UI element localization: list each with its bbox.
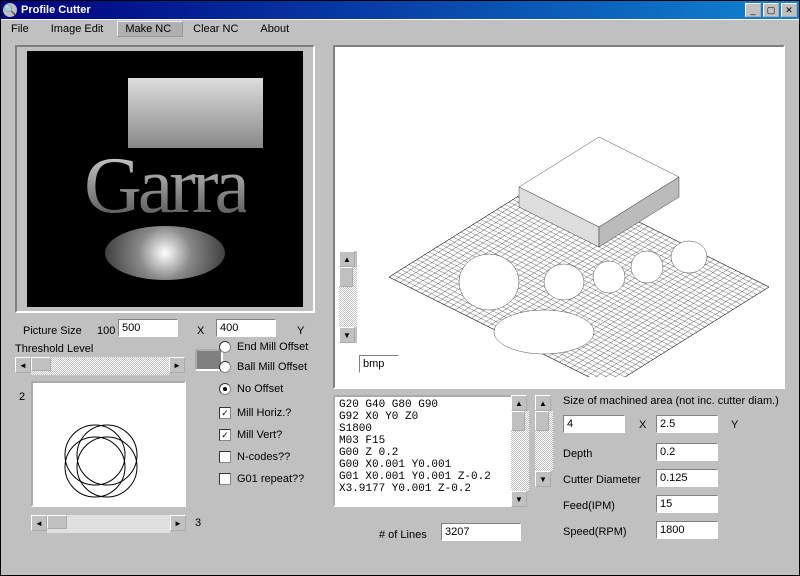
- machined-x-label: X: [639, 419, 646, 431]
- preview-ellipse-shape: [105, 226, 225, 280]
- app-title: Profile Cutter: [21, 4, 745, 16]
- radio-end-mill[interactable]: End Mill Offset: [219, 341, 308, 353]
- sketch-right-label: 3: [195, 517, 201, 529]
- gcode-output[interactable]: G20 G40 G80 G90 G92 X0 Y0 Z0 S1800 M03 F…: [333, 395, 527, 507]
- radio-no-offset[interactable]: No Offset: [219, 383, 283, 395]
- machined-y-label: Y: [731, 419, 738, 431]
- depth-input[interactable]: [656, 443, 718, 461]
- close-button[interactable]: ✕: [781, 3, 797, 17]
- picture-size-label: Picture Size: [23, 325, 82, 337]
- title-bar: 🔍 Profile Cutter _ ▢ ✕: [1, 1, 799, 19]
- num-lines-label: # of Lines: [379, 529, 427, 541]
- threshold-label: Threshold Level: [15, 343, 93, 355]
- sketch-right-button[interactable]: ►: [170, 515, 186, 531]
- sketch-scrollbar[interactable]: ◄ ►: [31, 515, 186, 533]
- gcode-scroll-down[interactable]: ▼: [511, 491, 527, 507]
- wireframe-render-panel: [333, 45, 785, 389]
- machined-y-input[interactable]: [656, 415, 718, 433]
- check-g01-repeat[interactable]: G01 repeat??: [219, 473, 304, 485]
- cutter-diameter-input[interactable]: [656, 469, 718, 487]
- preview-word: Garra: [84, 152, 246, 220]
- num-lines-input[interactable]: [441, 523, 521, 541]
- sketch-left-button[interactable]: ◄: [31, 515, 47, 531]
- gcode-scrollbar-vertical[interactable]: ▲ ▼: [511, 395, 529, 507]
- check-ncodes[interactable]: N-codes??: [219, 451, 290, 463]
- picture-y-input[interactable]: [216, 319, 276, 337]
- minimize-button[interactable]: _: [745, 3, 761, 17]
- scroll-up-button[interactable]: ▲: [339, 251, 355, 267]
- menu-make-nc[interactable]: Make NC: [117, 21, 183, 37]
- radio-ball-mill[interactable]: Ball Mill Offset: [219, 361, 307, 373]
- gcode-scrollbar-vertical-2[interactable]: ▲ ▼: [535, 395, 553, 487]
- picture-y-label: Y: [297, 325, 304, 337]
- picture-scale: 100: [97, 325, 115, 337]
- machined-x-input[interactable]: [563, 415, 625, 433]
- speed-input[interactable]: [656, 521, 718, 539]
- check-mill-vert[interactable]: Mill Vert?: [219, 429, 282, 441]
- preview-bar-shape: [128, 78, 263, 148]
- gcode-scroll-up[interactable]: ▲: [511, 395, 527, 411]
- machined-header: Size of machined area (not inc. cutter d…: [563, 395, 779, 407]
- menu-image-edit[interactable]: Image Edit: [43, 21, 116, 37]
- menu-file[interactable]: File: [3, 21, 41, 37]
- cutter-sketch: [33, 383, 188, 509]
- depth-label: Depth: [563, 448, 592, 460]
- threshold-right-button[interactable]: ►: [169, 357, 185, 373]
- threshold-scrollbar[interactable]: ◄ ►: [15, 357, 185, 375]
- wireframe-svg: [344, 57, 774, 377]
- image-preview: Garra: [27, 51, 303, 307]
- sketch-left-label: 2: [19, 391, 25, 403]
- render-scrollbar-vertical[interactable]: ▲ ▼: [339, 251, 357, 343]
- speed-label: Speed(RPM): [563, 526, 627, 538]
- image-preview-panel: Garra: [15, 45, 315, 313]
- cutter-diameter-label: Cutter Diameter: [563, 474, 641, 486]
- picture-x-input[interactable]: [118, 319, 178, 337]
- menu-clear-nc[interactable]: Clear NC: [185, 21, 250, 37]
- app-icon: 🔍: [3, 3, 17, 17]
- menu-bar: File Image Edit Make NC Clear NC About: [1, 19, 799, 37]
- cutter-sketch-panel: [31, 381, 186, 507]
- check-mill-horiz[interactable]: Mill Horiz.?: [219, 407, 291, 419]
- menu-about[interactable]: About: [252, 21, 301, 37]
- gcode-scroll-down-2[interactable]: ▼: [535, 471, 551, 487]
- feed-label: Feed(IPM): [563, 500, 615, 512]
- threshold-left-button[interactable]: ◄: [15, 357, 31, 373]
- gcode-scroll-up-2[interactable]: ▲: [535, 395, 551, 411]
- scroll-down-button[interactable]: ▼: [339, 327, 355, 343]
- feed-input[interactable]: [656, 495, 718, 513]
- picture-x-label: X: [197, 325, 204, 337]
- render-format-input[interactable]: [359, 355, 399, 373]
- maximize-button[interactable]: ▢: [763, 3, 779, 17]
